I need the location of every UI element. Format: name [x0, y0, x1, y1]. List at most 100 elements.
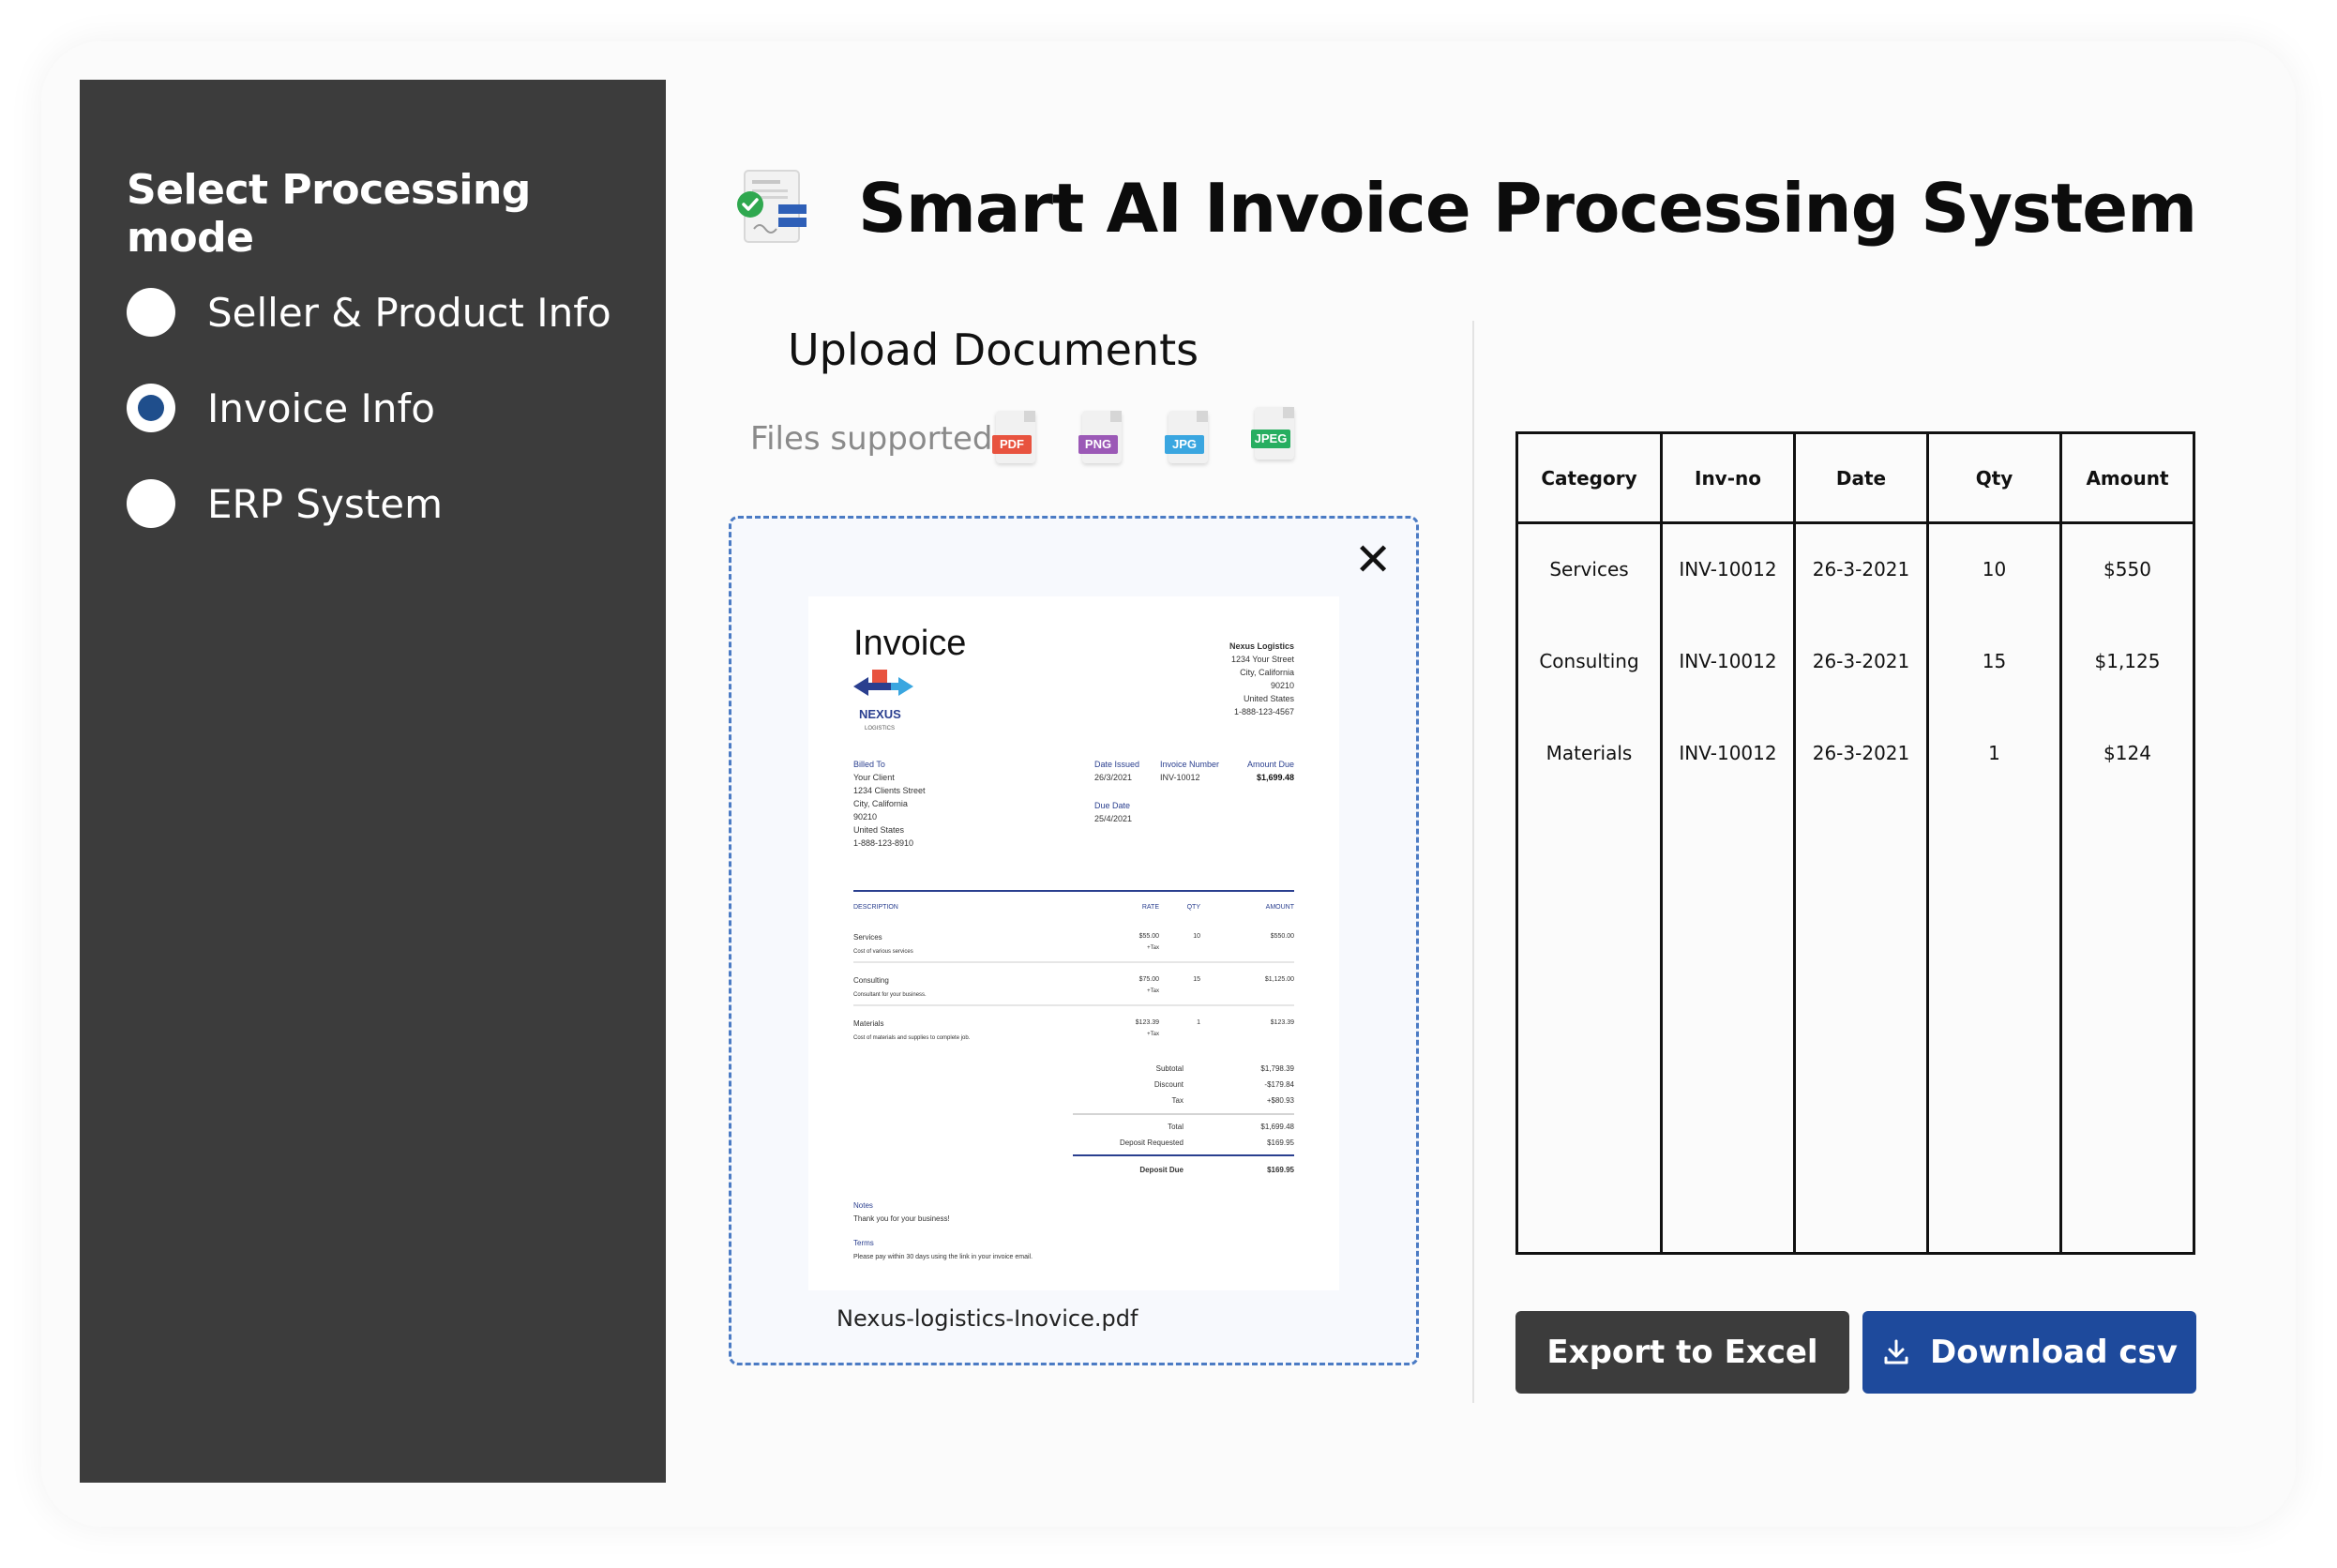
svg-text:+Tax: +Tax: [1147, 1032, 1159, 1037]
svg-text:$123.39: $123.39: [1136, 1019, 1159, 1026]
svg-text:1-888-123-8910: 1-888-123-8910: [853, 838, 913, 848]
upload-title: Upload Documents: [788, 324, 1199, 375]
svg-text:$169.95: $169.95: [1267, 1138, 1294, 1147]
svg-text:Your Client: Your Client: [853, 773, 895, 782]
mode-seller-product-info[interactable]: Seller & Product Info: [127, 288, 611, 337]
table-header-row: Category Inv-no Date Qty Amount: [1515, 432, 2194, 524]
files-supported-label: Files supported:: [750, 420, 1003, 458]
svg-text:Services: Services: [853, 933, 882, 942]
svg-text:Due Date: Due Date: [1094, 801, 1130, 810]
invoice-preview-title: Invoice: [853, 624, 966, 663]
svg-text:Materials: Materials: [853, 1019, 883, 1028]
uploaded-filename: Nexus-logistics-Inovice.pdf: [837, 1305, 1138, 1332]
svg-text:+Tax: +Tax: [1147, 945, 1159, 951]
table-row: Materials INV-10012 26-3-2021 1 $124: [1515, 706, 2194, 799]
svg-text:Deposit Requested: Deposit Requested: [1120, 1138, 1184, 1147]
table-cell: INV-10012: [1660, 522, 1795, 615]
table-cell: Consulting: [1515, 614, 1662, 707]
svg-text:AMOUNT: AMOUNT: [1266, 904, 1295, 911]
svg-text:Billed To: Billed To: [853, 760, 885, 769]
svg-text:26/3/2021: 26/3/2021: [1094, 773, 1132, 782]
svg-text:United States: United States: [1244, 694, 1295, 703]
mode-erp-system[interactable]: ERP System: [127, 479, 443, 528]
radio-button[interactable]: [127, 479, 175, 528]
svg-text:$75.00: $75.00: [1139, 976, 1160, 983]
invoice-preview: Invoice NEXUS LOGISTICS Nexus Logistics …: [808, 596, 1339, 1290]
column-header-date: Date: [1793, 432, 1928, 524]
jpg-file-icon: JPG: [1165, 411, 1212, 465]
mode-label: Seller & Product Info: [207, 289, 611, 336]
svg-text:Cost of various services: Cost of various services: [853, 949, 913, 955]
svg-text:City, California: City, California: [1240, 668, 1294, 677]
column-header-inv-no: Inv-no: [1660, 432, 1795, 524]
table-cell: 15: [1926, 614, 2061, 707]
svg-text:Notes: Notes: [853, 1201, 873, 1210]
table-empty-space: [1515, 798, 2194, 1254]
svg-text:Deposit Due: Deposit Due: [1139, 1166, 1184, 1174]
svg-text:United States: United States: [853, 825, 905, 835]
svg-text:15: 15: [1193, 976, 1200, 983]
svg-text:$1,699.48: $1,699.48: [1260, 1123, 1294, 1131]
svg-text:1234 Clients Street: 1234 Clients Street: [853, 786, 926, 795]
svg-text:Total: Total: [1168, 1123, 1184, 1131]
svg-text:$123.39: $123.39: [1271, 1019, 1294, 1026]
svg-text:City, California: City, California: [853, 799, 908, 808]
svg-text:QTY: QTY: [1187, 904, 1201, 911]
table-row: Services INV-10012 26-3-2021 10 $550: [1515, 522, 2194, 615]
table-cell: 26-3-2021: [1793, 706, 1928, 799]
svg-text:Tax: Tax: [1172, 1096, 1184, 1105]
svg-text:10: 10: [1193, 933, 1200, 940]
invoice-check-icon: [737, 170, 807, 243]
export-button-label: Export to Excel: [1546, 1334, 1818, 1371]
download-icon: [1884, 1339, 1908, 1364]
table-cell: $1,125: [2059, 614, 2194, 707]
radio-button[interactable]: [127, 288, 175, 337]
table-cell: Services: [1515, 522, 1662, 615]
svg-text:$1,798.39: $1,798.39: [1260, 1064, 1294, 1073]
svg-text:-$179.84: -$179.84: [1264, 1080, 1294, 1089]
svg-text:Discount: Discount: [1154, 1080, 1184, 1089]
svg-text:Invoice Number: Invoice Number: [1160, 760, 1219, 769]
extracted-data-table: Category Inv-no Date Qty Amount Services…: [1515, 431, 2195, 1255]
table-cell: $124: [2059, 706, 2194, 799]
svg-text:$55.00: $55.00: [1139, 933, 1160, 940]
table-cell: 26-3-2021: [1793, 614, 1928, 707]
svg-text:Please pay within 30 days usin: Please pay within 30 days using the link…: [853, 1254, 1033, 1260]
table-row: Consulting INV-10012 26-3-2021 15 $1,125: [1515, 614, 2194, 707]
svg-text:90210: 90210: [853, 812, 877, 822]
pdf-file-icon: PDF: [992, 411, 1039, 465]
table-cell: 10: [1926, 522, 2061, 615]
radio-button-selected[interactable]: [127, 384, 175, 432]
svg-text:Consultant for your business.: Consultant for your business.: [853, 992, 927, 998]
download-csv-button[interactable]: Download csv: [1862, 1311, 2196, 1394]
mode-invoice-info[interactable]: Invoice Info: [127, 384, 435, 432]
svg-text:$550.00: $550.00: [1271, 933, 1294, 940]
svg-text:+Tax: +Tax: [1147, 988, 1159, 994]
png-file-icon: PNG: [1078, 411, 1125, 465]
column-header-amount: Amount: [2059, 432, 2194, 524]
table-cell: $550: [2059, 522, 2194, 615]
svg-text:$1,699.48: $1,699.48: [1257, 773, 1294, 782]
export-to-excel-button[interactable]: Export to Excel: [1515, 1311, 1849, 1394]
svg-text:90210: 90210: [1271, 681, 1294, 690]
section-divider: [1472, 321, 1474, 1403]
sidebar: Select Processing mode Seller & Product …: [80, 80, 666, 1483]
mode-label: ERP System: [207, 480, 444, 527]
column-header-category: Category: [1515, 432, 1662, 524]
svg-text:Amount Due: Amount Due: [1247, 760, 1294, 769]
svg-text:$169.95: $169.95: [1267, 1166, 1294, 1174]
svg-text:Nexus Logistics: Nexus Logistics: [1229, 641, 1294, 651]
close-icon[interactable]: ✕: [1354, 538, 1392, 583]
jpeg-file-icon: JPEG: [1251, 407, 1298, 461]
table-cell: 26-3-2021: [1793, 522, 1928, 615]
svg-text:Date Issued: Date Issued: [1094, 760, 1139, 769]
svg-text:Consulting: Consulting: [853, 976, 889, 985]
sidebar-title: Select Processing mode: [127, 166, 531, 262]
svg-text:25/4/2021: 25/4/2021: [1094, 814, 1132, 823]
table-cell: Materials: [1515, 706, 1662, 799]
svg-text:DESCRIPTION: DESCRIPTION: [853, 904, 898, 911]
table-cell: INV-10012: [1660, 706, 1795, 799]
svg-text:NEXUS: NEXUS: [859, 707, 901, 721]
svg-text:INV-10012: INV-10012: [1160, 773, 1200, 782]
svg-text:1: 1: [1197, 1019, 1200, 1026]
